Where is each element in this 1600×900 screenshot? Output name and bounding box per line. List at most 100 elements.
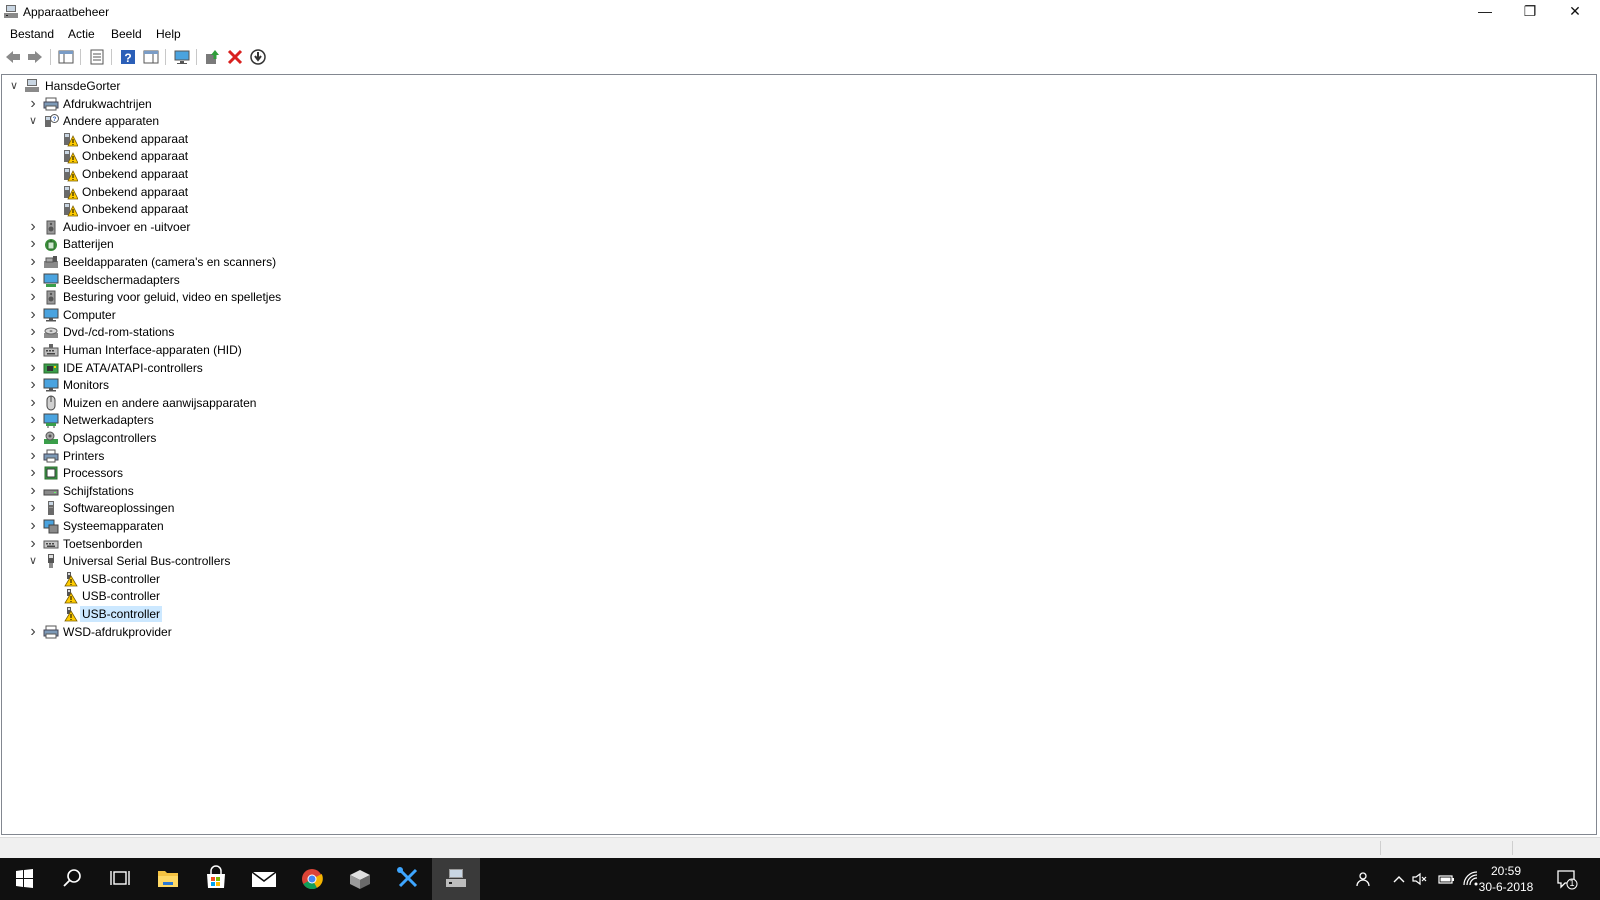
chevron-right-icon[interactable]: › (27, 271, 39, 287)
device-tree[interactable]: ∨ HansdeGorter › Afdrukwachtrijen ∨? Andere… (1, 74, 1597, 835)
warning-usb-icon (64, 571, 78, 587)
chevron-up-icon[interactable] (1390, 870, 1408, 888)
chevron-right-icon[interactable]: › (27, 306, 39, 322)
chevron-right-icon[interactable]: › (27, 359, 39, 375)
tree-item-label: Beeldschermadapters (63, 272, 180, 287)
toolbar: ? (0, 45, 1600, 70)
tree-item-label: Computer (63, 307, 116, 322)
tree-item-label: Monitors (63, 378, 110, 393)
tree-item-label: Audio-invoer en -uitvoer (63, 219, 191, 234)
chevron-right-icon[interactable]: › (27, 430, 39, 446)
device-manager-taskbar-icon[interactable] (432, 858, 480, 900)
chrome-icon[interactable] (288, 858, 336, 900)
chevron-right-icon[interactable]: › (27, 465, 39, 481)
menu-actie[interactable]: Actie (68, 27, 95, 41)
chevron-down-icon[interactable]: ∨ (8, 79, 20, 93)
people-icon[interactable] (1355, 870, 1373, 888)
chevron-right-icon[interactable]: › (27, 377, 39, 393)
disk-drive-icon (43, 489, 59, 496)
chevron-right-icon[interactable]: › (27, 324, 39, 340)
battery-icon[interactable] (1437, 870, 1455, 888)
camera-icon (44, 256, 58, 268)
usb-icon (48, 554, 54, 569)
computer-root-icon (25, 79, 39, 92)
chevron-right-icon[interactable]: › (27, 254, 39, 270)
clock-time: 20:59 (1490, 864, 1522, 878)
volume-muted-icon[interactable] (1411, 870, 1429, 888)
keyboard-hid-icon (43, 344, 59, 357)
app-box-icon[interactable] (336, 858, 384, 900)
keyboard-icon (43, 540, 59, 549)
chevron-right-icon[interactable]: › (27, 500, 39, 516)
chevron-right-icon[interactable]: › (27, 236, 39, 252)
properties-icon[interactable] (88, 48, 106, 66)
tree-item-label: Onbekend apparaat (82, 184, 189, 199)
chevron-right-icon[interactable]: › (27, 535, 39, 551)
chevron-right-icon[interactable]: › (27, 447, 39, 463)
tree-item-label: Netwerkadapters (63, 413, 154, 428)
download-icon[interactable] (249, 48, 267, 66)
status-bar (0, 837, 1600, 858)
storage-controller-icon (44, 431, 58, 444)
minimize-button[interactable]: — (1462, 0, 1508, 24)
tree-item-label: Muizen en andere aanwijsapparaten (63, 395, 257, 410)
tree-item-label: Processors (63, 466, 124, 481)
chevron-down-icon[interactable]: ∨ (27, 554, 39, 568)
chevron-down-icon[interactable]: ∨ (27, 114, 39, 128)
chevron-right-icon[interactable]: › (27, 342, 39, 358)
tree-item-label: Onbekend apparaat (82, 131, 189, 146)
warning-device-icon (64, 185, 78, 199)
menu-bar: Bestand Actie Beeld Help (0, 24, 1600, 44)
tree-item-label: USB-controller (82, 589, 161, 604)
chevron-right-icon[interactable]: › (27, 412, 39, 428)
printer-icon (43, 449, 59, 463)
chevron-right-icon[interactable]: › (27, 518, 39, 534)
menu-help[interactable]: Help (156, 27, 181, 41)
tools-icon[interactable] (384, 858, 432, 900)
start-icon[interactable] (0, 858, 48, 900)
tree-item-label: Opslagcontrollers (63, 431, 157, 445)
tree-item-label: Beeldapparaten (camera's en scanners) (63, 255, 277, 269)
back-icon[interactable] (4, 48, 22, 66)
speaker-icon (46, 290, 56, 305)
chevron-right-icon[interactable]: › (27, 218, 39, 234)
tree-item-label: Systeemapparaten (63, 519, 164, 533)
title-bar: Apparaatbeheer — ❐ ✕ (0, 0, 1600, 24)
software-icon (48, 501, 54, 516)
task-view-icon[interactable] (96, 858, 144, 900)
tree-item-label: Besturing voor geluid, video en spelletj… (63, 290, 282, 305)
menu-bestand[interactable]: Bestand (10, 27, 54, 41)
svg-text:?: ? (124, 51, 131, 65)
close-button[interactable]: ✕ (1552, 0, 1598, 24)
console-tree-icon[interactable] (57, 48, 75, 66)
chevron-right-icon[interactable]: › (27, 482, 39, 498)
device-manager-icon (4, 5, 18, 18)
mail-icon[interactable] (240, 858, 288, 900)
action-pane-icon[interactable] (142, 48, 160, 66)
warning-device-icon (64, 168, 78, 182)
file-explorer-icon[interactable] (144, 858, 192, 900)
chevron-right-icon[interactable]: › (27, 95, 39, 111)
chevron-right-icon[interactable]: › (27, 289, 39, 305)
display-adapter-icon (43, 273, 59, 287)
search-icon[interactable] (48, 858, 96, 900)
tree-item-label: Onbekend apparaat (82, 202, 189, 217)
store-icon[interactable] (192, 858, 240, 900)
tree-item-label: Andere apparaten (63, 114, 160, 129)
restore-button[interactable]: ❐ (1507, 0, 1553, 24)
tree-item-label: Universal Serial Bus-controllers (63, 554, 231, 569)
taskbar-clock[interactable]: 20:59 30-6-2018 (1476, 863, 1536, 895)
clock-date: 30-6-2018 (1478, 880, 1534, 894)
help-icon[interactable]: ? (119, 48, 137, 66)
forward-icon[interactable] (26, 48, 44, 66)
tree-item-label: USB-controller (80, 606, 163, 622)
other-devices-icon: ? (45, 114, 59, 128)
update-driver-icon[interactable] (203, 48, 221, 66)
menu-beeld[interactable]: Beeld (111, 27, 142, 41)
chevron-right-icon[interactable]: › (27, 394, 39, 410)
system-device-icon (43, 519, 59, 534)
uninstall-icon[interactable] (226, 48, 244, 66)
chevron-right-icon[interactable]: › (27, 623, 39, 639)
tree-item-label: Batterijen (63, 237, 114, 252)
monitor-scan-icon[interactable] (173, 48, 191, 66)
